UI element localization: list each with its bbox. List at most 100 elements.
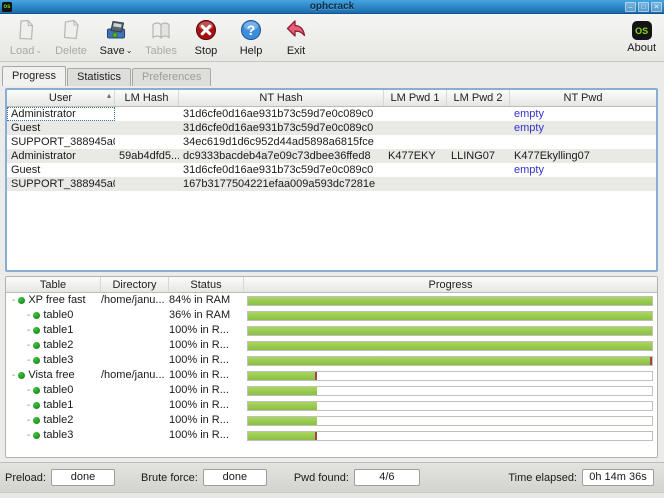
hash-table-row[interactable]: Administrator 31d6cfe0d16ae931b73c59d7e0c… — [7, 107, 656, 121]
hash-table-row[interactable]: Guest 31d6cfe0d16ae931b73c59d7e0c089c0 emp… — [7, 163, 656, 177]
nt-hash-cell[interactable]: 31d6cfe0d16ae931b73c59d7e0c089c0 — [179, 107, 384, 121]
table-name-cell: - Vista free — [6, 368, 101, 383]
user-cell[interactable]: Administrator — [7, 107, 115, 121]
lm-pwd-1-cell[interactable] — [384, 177, 447, 191]
minimize-icon[interactable]: – — [625, 1, 636, 12]
preload-status: Preload: done — [5, 469, 115, 486]
user-cell[interactable]: SUPPORT_388945a0 — [7, 135, 115, 149]
stop-button[interactable]: Stop — [186, 18, 226, 57]
lm-pwd-1-cell[interactable] — [384, 163, 447, 177]
tree-row[interactable]: - table1 100% in R... — [6, 323, 657, 338]
svg-text:?: ? — [247, 22, 256, 38]
tree-row[interactable]: - table0 100% in R... — [6, 383, 657, 398]
progress-bar-fill — [248, 326, 652, 335]
nt-pwd-cell[interactable]: empty — [510, 163, 656, 177]
lm-pwd-2-cell[interactable] — [447, 121, 510, 135]
progress-cell — [244, 400, 657, 411]
nt-pwd-cell[interactable] — [510, 135, 656, 149]
tree-row[interactable]: - table2 100% in R... — [6, 338, 657, 353]
tree-branch-icon: - — [27, 354, 31, 366]
tree-row[interactable]: - table3 100% in R... — [6, 353, 657, 368]
about-button[interactable]: OS About — [627, 21, 656, 54]
status-cell: 100% in R... — [169, 369, 229, 381]
lm-pwd-2-cell[interactable] — [447, 177, 510, 191]
user-cell[interactable]: Guest — [7, 121, 115, 135]
tree-row[interactable]: - Vista free/home/janu... 100% in R... — [6, 368, 657, 383]
nt-pwd-cell[interactable]: K477Ekylling07 — [510, 149, 656, 163]
user-cell[interactable]: Guest — [7, 163, 115, 177]
nt-pwd-cell[interactable]: empty — [510, 121, 656, 135]
column-header-directory[interactable]: Directory — [101, 277, 169, 292]
column-header-nt-hash[interactable]: NT Hash — [179, 90, 384, 106]
help-button[interactable]: ? Help — [231, 18, 271, 57]
progress-bar — [247, 295, 653, 306]
lm-pwd-1-cell[interactable]: K477EKY — [384, 149, 447, 163]
lm-pwd-2-cell[interactable] — [447, 163, 510, 177]
tree-row[interactable]: - table2 100% in R... — [6, 413, 657, 428]
collapse-icon[interactable]: - — [12, 295, 15, 306]
lm-pwd-1-cell[interactable] — [384, 121, 447, 135]
close-icon[interactable]: ✕ — [651, 1, 662, 12]
nt-hash-cell[interactable]: 34ec619d1d6c952d44ad5898a6815fce — [179, 135, 384, 149]
bruteforce-marker — [314, 371, 317, 380]
column-header-lm-pwd-2[interactable]: LM Pwd 2 — [447, 90, 510, 106]
nt-hash-cell[interactable]: 31d6cfe0d16ae931b73c59d7e0c089c0 — [179, 163, 384, 177]
lm-pwd-1-cell[interactable] — [384, 107, 447, 121]
nt-pwd-cell[interactable] — [510, 177, 656, 191]
lm-hash-cell[interactable] — [115, 163, 179, 177]
table-name-cell: - table0 — [6, 383, 101, 398]
hash-table-row[interactable]: Guest 31d6cfe0d16ae931b73c59d7e0c089c0 emp… — [7, 121, 656, 135]
table-status-dot-icon — [33, 357, 41, 364]
progress-bar-fill — [248, 431, 317, 440]
status-cell: 100% in R... — [169, 354, 229, 366]
tree-row[interactable]: - XP free fast/home/janu... 84% in RAM — [6, 293, 657, 308]
column-header-table[interactable]: Table — [6, 277, 101, 292]
lm-hash-cell[interactable] — [115, 121, 179, 135]
table-status-dot-icon — [33, 387, 41, 394]
hash-table-row[interactable]: Administrator 59ab4dfd5... dc9333bacdeb4a7… — [7, 149, 656, 163]
progress-cell — [244, 415, 657, 426]
nt-hash-cell[interactable]: 31d6cfe0d16ae931b73c59d7e0c089c0 — [179, 121, 384, 135]
table-name-cell: - table2 — [6, 338, 101, 353]
nt-hash-cell[interactable]: dc9333bacdeb4a7e09c73dbee36ffed8 — [179, 149, 384, 163]
os-badge-icon: OS — [631, 21, 652, 40]
lm-pwd-2-cell[interactable]: LLING07 — [447, 149, 510, 163]
column-header-lm-pwd-1[interactable]: LM Pwd 1 — [384, 90, 447, 106]
lm-hash-cell[interactable] — [115, 107, 179, 121]
window-bottom-edge — [0, 492, 664, 498]
lm-hash-cell[interactable] — [115, 135, 179, 149]
lm-pwd-2-cell[interactable] — [447, 135, 510, 149]
column-header-user[interactable]: User ▴ — [7, 90, 115, 106]
nt-hash-cell[interactable]: 167b3177504221efaa009a593dc7281e — [179, 177, 384, 191]
progress-bar — [247, 385, 653, 396]
column-header-lm-hash[interactable]: LM Hash — [115, 90, 179, 106]
tab-progress[interactable]: Progress — [2, 66, 67, 86]
user-cell[interactable]: Administrator — [7, 149, 115, 163]
column-header-progress[interactable]: Progress — [244, 277, 657, 292]
title-bar[interactable]: os ophcrack – □ ✕ — [0, 0, 664, 14]
hash-table-header: User ▴ LM Hash NT Hash LM Pwd 1 LM Pwd 2… — [7, 90, 656, 107]
table-name-cell: - XP free fast — [6, 293, 101, 308]
time-elapsed-value: 0h 14m 36s — [582, 469, 654, 486]
user-cell[interactable]: SUPPORT_388945a0 — [7, 177, 115, 191]
tree-row[interactable]: - table3 100% in R... — [6, 428, 657, 443]
hash-table-body: Administrator 31d6cfe0d16ae931b73c59d7e0c… — [7, 107, 656, 191]
tree-row[interactable]: - table1 100% in R... — [6, 398, 657, 413]
dropdown-caret-icon: ⌄ — [125, 46, 133, 55]
hash-table-row[interactable]: SUPPORT_388945a0 167b3177504221efaa009a59… — [7, 177, 656, 191]
lm-pwd-1-cell[interactable] — [384, 135, 447, 149]
collapse-icon[interactable]: - — [12, 370, 15, 381]
maximize-icon[interactable]: □ — [638, 1, 649, 12]
exit-button[interactable]: Exit — [276, 18, 316, 57]
save-button[interactable]: Save ⌄ — [96, 18, 136, 57]
tree-row[interactable]: - table0 36% in RAM — [6, 308, 657, 323]
nt-pwd-cell[interactable]: empty — [510, 107, 656, 121]
lm-hash-cell[interactable]: 59ab4dfd5... — [115, 149, 179, 163]
progress-bar-fill — [248, 341, 652, 350]
column-header-nt-pwd[interactable]: NT Pwd — [510, 90, 656, 106]
lm-pwd-2-cell[interactable] — [447, 107, 510, 121]
hash-table-row[interactable]: SUPPORT_388945a0 34ec619d1d6c952d44ad5898… — [7, 135, 656, 149]
column-header-status[interactable]: Status — [169, 277, 244, 292]
tab-statistics[interactable]: Statistics — [67, 68, 132, 86]
lm-hash-cell[interactable] — [115, 177, 179, 191]
